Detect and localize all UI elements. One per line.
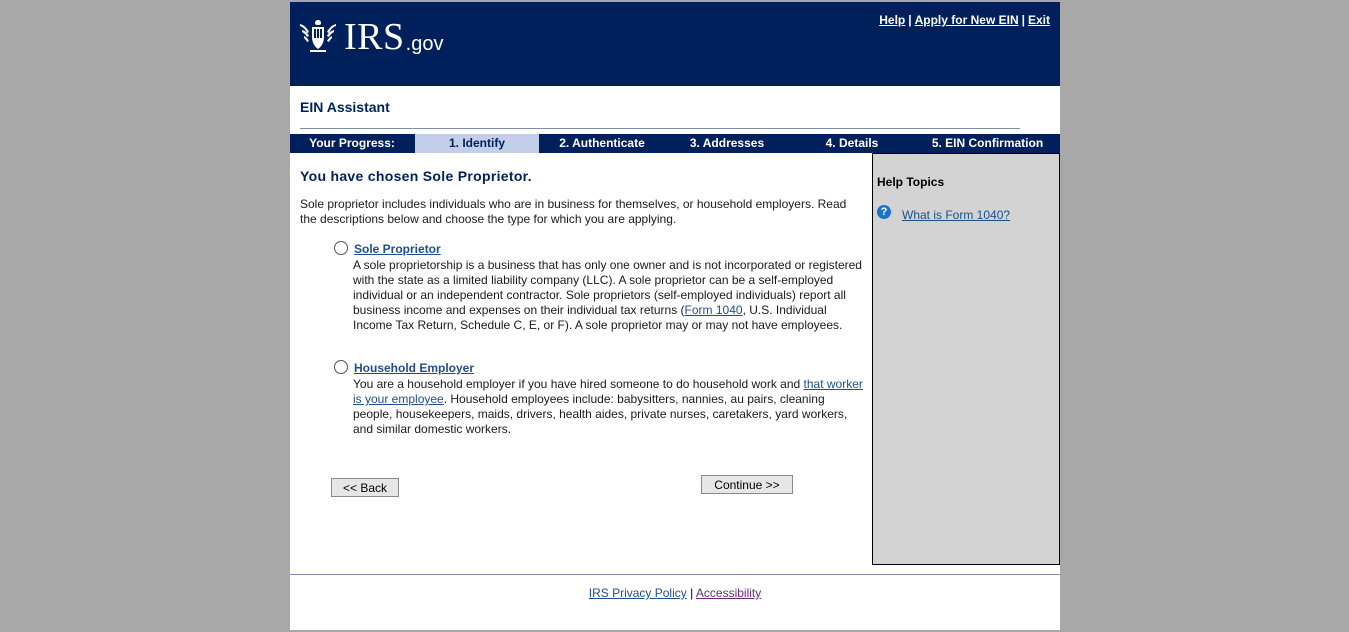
form-1040-link[interactable]: Form 1040	[685, 303, 743, 317]
privacy-policy-link[interactable]: IRS Privacy Policy	[589, 586, 687, 600]
footer: IRS Privacy Policy | Accessibility	[290, 586, 1060, 600]
intro-text: Sole proprietor includes individuals who…	[300, 197, 847, 226]
exit-link[interactable]: Exit	[1028, 13, 1050, 27]
apply-new-ein-link[interactable]: Apply for New EIN	[915, 13, 1019, 27]
question-circle-icon[interactable]: ?	[877, 205, 891, 219]
header-links: Help | Apply for New EIN | Exit	[879, 13, 1050, 27]
progress-bar: Your Progress: 1. Identify 2. Authentica…	[290, 134, 1060, 153]
what-is-form-1040-link[interactable]: What is Form 1040?	[902, 208, 1010, 222]
household-employer-link[interactable]: Household Employer	[354, 361, 474, 375]
sole-proprietor-link[interactable]: Sole Proprietor	[354, 242, 441, 256]
irs-logo[interactable]: IRS .gov	[298, 16, 443, 56]
divider	[300, 128, 1020, 129]
progress-step-addresses: 3. Addresses	[689, 136, 765, 150]
site-header: IRS .gov Help | Apply for New EIN | Exit	[290, 2, 1060, 86]
logo-irs-text: IRS	[344, 16, 405, 58]
progress-label: Your Progress:	[309, 136, 395, 150]
help-sidebar: Help Topics ? What is Form 1040?	[872, 153, 1060, 565]
progress-step-ein-confirmation: 5. EIN Confirmation	[931, 136, 1044, 150]
help-topics-title: Help Topics	[877, 175, 945, 189]
progress-step-details: 4. Details	[825, 136, 879, 150]
back-button[interactable]: << Back	[331, 478, 399, 497]
household-employer-radio[interactable]	[334, 360, 348, 374]
help-link[interactable]: Help	[879, 13, 905, 27]
link-separator: |	[908, 13, 912, 27]
page-title: EIN Assistant	[300, 99, 390, 115]
continue-button[interactable]: Continue >>	[701, 475, 793, 494]
progress-step-authenticate: 2. Authenticate	[559, 136, 645, 150]
page: IRS .gov Help | Apply for New EIN | Exit EIN…	[290, 2, 1060, 630]
logo-gov-text: .gov	[405, 33, 444, 55]
sole-proprietor-radio[interactable]	[334, 241, 348, 255]
footer-divider	[290, 574, 1060, 575]
progress-step-identify: 1. Identify	[415, 134, 539, 153]
accessibility-link[interactable]: Accessibility	[696, 586, 761, 600]
link-separator: |	[1021, 13, 1025, 27]
footer-separator: |	[690, 586, 694, 600]
household-employer-description: You are a household employer if you have…	[353, 377, 865, 437]
section-heading: You have chosen Sole Proprietor.	[300, 168, 532, 184]
description-text: You are a household employer if you have…	[353, 377, 804, 391]
eagle-icon	[300, 20, 336, 52]
sole-proprietor-description: A sole proprietorship is a business that…	[353, 258, 865, 333]
